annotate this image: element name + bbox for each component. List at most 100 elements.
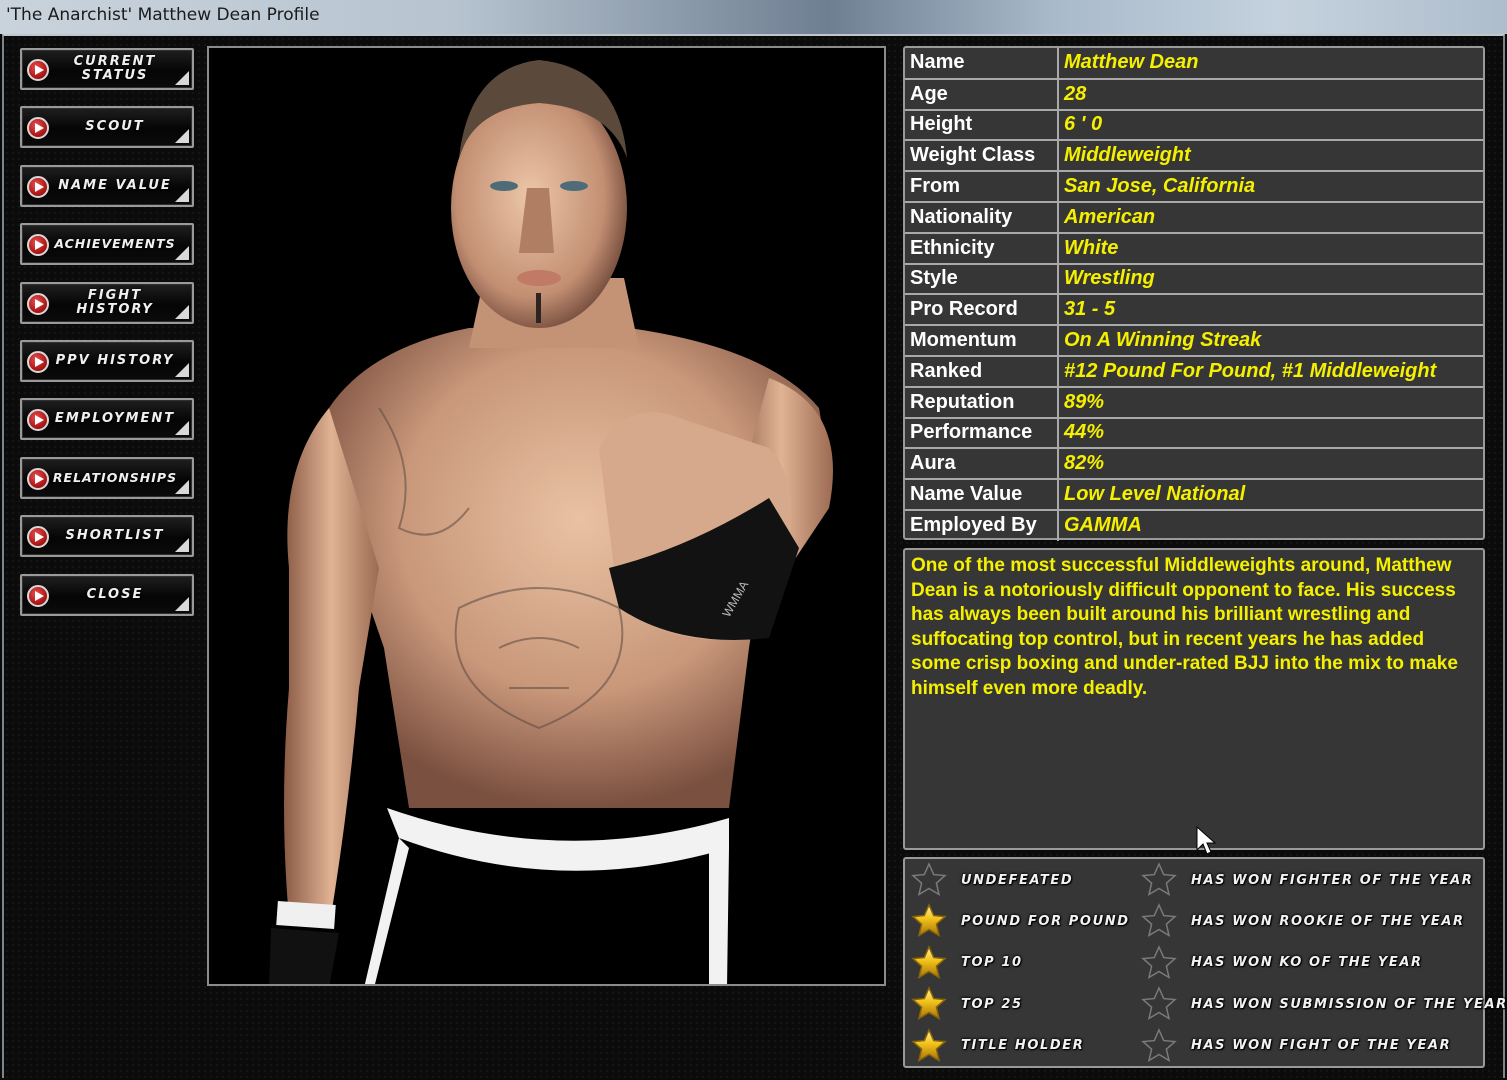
- achievement-label: HAS WON KO OF THE YEAR: [1191, 955, 1423, 971]
- table-row: Ethnicity White: [905, 232, 1483, 265]
- table-row: Performance 44%: [905, 417, 1483, 450]
- achievement-label: TOP 10: [961, 955, 1023, 971]
- fighter-portrait: WMMA: [207, 46, 886, 986]
- button-label: PPV HISTORY: [55, 352, 175, 368]
- row-label: Style: [905, 263, 1059, 296]
- play-arrow-icon: [27, 526, 49, 549]
- achievement-item: HAS WON SUBMISSION OF THE YEAR: [1141, 986, 1507, 1022]
- button-label: FIGHT HISTORY: [76, 287, 154, 317]
- corner-triangle-icon: [175, 304, 189, 319]
- row-label: Ranked: [905, 355, 1059, 388]
- row-label: Nationality: [905, 201, 1059, 234]
- row-value: San Jose, California: [1058, 171, 1483, 203]
- achievement-item: UNDEFEATED: [911, 862, 1073, 898]
- table-row: Pro Record 31 - 5: [905, 294, 1483, 327]
- shortlist-button[interactable]: SHORTLIST: [20, 515, 194, 558]
- play-arrow-icon: [27, 59, 49, 81]
- achievement-item: TOP 10: [911, 944, 1023, 981]
- empty-star-icon: [1141, 986, 1177, 1021]
- achievements-button[interactable]: ACHIEVEMENTS: [20, 223, 194, 266]
- row-label: Performance: [905, 417, 1059, 450]
- corner-triangle-icon: [175, 71, 189, 85]
- achievement-label: TOP 25: [961, 996, 1023, 1012]
- play-arrow-icon: [27, 584, 49, 607]
- corner-triangle-icon: [175, 362, 189, 377]
- empty-star-icon: [1141, 944, 1177, 979]
- achievement-label: HAS WON SUBMISSION OF THE YEAR: [1191, 996, 1507, 1012]
- corner-triangle-icon: [175, 479, 189, 494]
- table-row: Aura 82%: [905, 448, 1483, 481]
- relationships-button[interactable]: RELATIONSHIPS: [20, 456, 194, 499]
- row-value: On A Winning Streak: [1058, 325, 1483, 357]
- fight-history-button[interactable]: FIGHT HISTORY: [20, 281, 194, 324]
- play-arrow-icon: [27, 117, 49, 140]
- row-label: Employed By: [905, 509, 1059, 541]
- table-row: Ranked #12 Pound For Pound, #1 Middleweig…: [905, 355, 1483, 388]
- row-label: Age: [905, 78, 1059, 111]
- employment-button[interactable]: EMPLOYMENT: [20, 398, 194, 441]
- play-arrow-icon: [27, 409, 49, 432]
- button-label: SHORTLIST: [65, 528, 165, 544]
- achievement-label: UNDEFEATED: [961, 872, 1074, 888]
- corner-triangle-icon: [175, 246, 189, 261]
- name-value-button[interactable]: NAME VALUE: [20, 164, 194, 207]
- row-label: Weight Class: [905, 140, 1059, 173]
- row-label: Momentum: [905, 325, 1059, 357]
- window-title: 'The Anarchist' Matthew Dean Profile: [6, 5, 320, 25]
- scout-button[interactable]: SCOUT: [20, 106, 194, 149]
- achievement-item: HAS WON ROOKIE OF THE YEAR: [1141, 903, 1465, 939]
- table-row: Momentum On A Winning Streak: [905, 325, 1483, 357]
- play-arrow-icon: [27, 175, 49, 198]
- achievement-item: TITLE HOLDER: [911, 1027, 1084, 1064]
- row-label: From: [905, 171, 1059, 203]
- fighter-render-image: WMMA: [269, 60, 833, 984]
- row-label: Height: [905, 109, 1059, 142]
- row-value: 82%: [1058, 448, 1483, 481]
- row-value: White: [1058, 232, 1483, 265]
- achievement-label: POUND FOR POUND: [961, 913, 1130, 929]
- row-value: 6 ' 0: [1058, 109, 1483, 142]
- row-value: #12 Pound For Pound, #1 Middleweight: [1058, 355, 1483, 388]
- empty-star-icon: [1141, 903, 1177, 938]
- corner-triangle-icon: [175, 596, 189, 611]
- corner-triangle-icon: [175, 187, 189, 202]
- window-titlebar: 'The Anarchist' Matthew Dean Profile: [0, 0, 1507, 34]
- table-row: Reputation 89%: [905, 386, 1483, 419]
- row-label: Name: [905, 48, 1059, 80]
- button-label: CLOSE: [86, 586, 144, 602]
- table-row: Age 28: [905, 78, 1483, 111]
- corner-triangle-icon: [175, 421, 189, 436]
- row-value: 28: [1058, 78, 1483, 111]
- row-label: Reputation: [905, 386, 1059, 419]
- gold-star-icon: [911, 986, 947, 1021]
- achievement-item: POUND FOR POUND: [911, 903, 1130, 939]
- table-row: Style Wrestling: [905, 263, 1483, 296]
- row-value: Matthew Dean: [1058, 48, 1483, 80]
- row-value: GAMMA: [1064, 514, 1142, 537]
- play-arrow-icon: [27, 292, 49, 315]
- achievement-label: HAS WON FIGHTER OF THE YEAR: [1191, 872, 1474, 888]
- row-value: Wrestling: [1058, 263, 1483, 296]
- current-status-button[interactable]: CURRENT STATUS: [20, 48, 194, 90]
- close-button[interactable]: CLOSE: [20, 573, 194, 616]
- empty-star-icon: [911, 862, 947, 897]
- table-row: From San Jose, California: [905, 171, 1483, 203]
- achievement-item: TOP 25: [911, 986, 1023, 1022]
- button-label: NAME VALUE: [58, 177, 172, 193]
- button-label: SCOUT: [85, 119, 145, 135]
- achievement-item: HAS WON FIGHT OF THE YEAR: [1141, 1027, 1451, 1064]
- achievements-panel: UNDEFEATED POUND FOR POUND TOP 10 TOP 25 TIT…: [903, 857, 1506, 1068]
- row-value: Low Level National: [1058, 479, 1483, 511]
- bio-text: One of the most successful Middleweights…: [911, 555, 1458, 699]
- play-arrow-icon: [27, 350, 49, 373]
- row-value: 89%: [1058, 386, 1483, 419]
- ppv-history-button[interactable]: PPV HISTORY: [20, 339, 194, 382]
- button-label: EMPLOYMENT: [54, 411, 176, 427]
- gold-star-icon: [911, 903, 947, 938]
- row-value: 44%: [1058, 417, 1483, 450]
- row-value: Middleweight: [1058, 140, 1483, 173]
- table-row: Name Value Low Level National: [905, 479, 1483, 511]
- table-row: Weight Class Middleweight: [905, 140, 1483, 173]
- button-label: RELATIONSHIPS: [52, 469, 178, 485]
- row-label: Pro Record: [905, 294, 1059, 327]
